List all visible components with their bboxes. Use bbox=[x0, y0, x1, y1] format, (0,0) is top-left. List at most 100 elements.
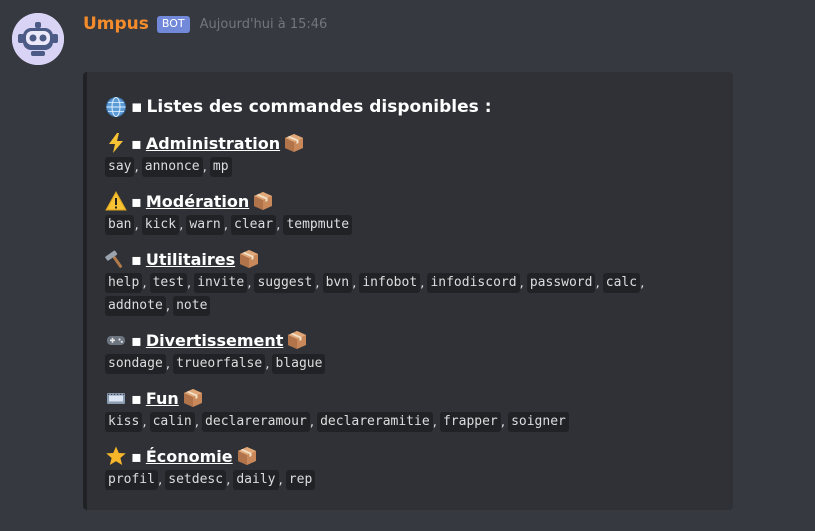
embed-title-text: Listes des commandes disponibles : bbox=[146, 97, 492, 117]
command-code: infodiscord bbox=[427, 273, 520, 293]
command-list: profil, setdesc, daily, rep bbox=[105, 469, 316, 491]
comma: , bbox=[309, 414, 315, 430]
command-code: frapper bbox=[439, 412, 501, 432]
section-name: Modération bbox=[145, 191, 250, 211]
comma: , bbox=[223, 217, 228, 233]
comma: , bbox=[420, 275, 425, 291]
section-separator: ▪ bbox=[131, 133, 142, 153]
section-separator: ▪ bbox=[131, 446, 142, 466]
comma: , bbox=[247, 275, 252, 291]
section-name: Divertissement bbox=[145, 330, 284, 350]
command-list: ban, kick, warn, clear, tempmute bbox=[105, 214, 353, 236]
command-code: sondage bbox=[105, 354, 166, 374]
command-list: kiss, calin, declareramour, declareramitie,… bbox=[105, 411, 569, 433]
command-code: declareramour bbox=[202, 412, 310, 432]
comma: , bbox=[165, 298, 171, 314]
section-name: Utilitaires bbox=[145, 249, 236, 269]
film-icon bbox=[107, 393, 125, 404]
comma: , bbox=[142, 414, 147, 430]
comma: , bbox=[595, 275, 600, 291]
command-code: infobot bbox=[359, 273, 421, 293]
package-icon bbox=[183, 389, 202, 407]
comma: , bbox=[226, 472, 231, 488]
section-name: Administration bbox=[145, 133, 281, 153]
command-code: note bbox=[173, 296, 211, 316]
command-code: test bbox=[149, 273, 187, 293]
comma: , bbox=[165, 356, 171, 372]
command-code: mp bbox=[209, 157, 232, 177]
bot-badge: BOT bbox=[156, 15, 190, 33]
robot-icon bbox=[12, 13, 64, 65]
section-header-divertissement: ▪ Divertissement bbox=[105, 328, 308, 352]
comma: , bbox=[519, 275, 524, 291]
section-header-économie: ▪ Économie bbox=[105, 444, 258, 468]
gamepad-icon bbox=[107, 336, 125, 345]
comma: , bbox=[276, 217, 281, 233]
command-code: help bbox=[105, 273, 143, 293]
command-list: help, test, invite, suggest, bvn, infobot, inf… bbox=[105, 272, 647, 294]
comma: , bbox=[157, 472, 163, 488]
command-code: ban bbox=[105, 215, 135, 235]
command-code: blague bbox=[272, 354, 326, 374]
comma: , bbox=[640, 275, 645, 291]
command-code: password bbox=[526, 273, 596, 293]
command-code: tempmute bbox=[283, 215, 353, 235]
comma: , bbox=[202, 159, 207, 175]
command-code: declareramitie bbox=[317, 412, 433, 432]
command-code: kiss bbox=[105, 412, 143, 432]
username[interactable]: Umpus bbox=[83, 14, 149, 34]
comma: , bbox=[179, 217, 184, 233]
bot-avatar[interactable] bbox=[12, 13, 64, 65]
comma: , bbox=[186, 275, 192, 291]
section-name: Fun bbox=[145, 388, 179, 408]
section-separator: ▪ bbox=[131, 388, 142, 408]
package-icon bbox=[237, 447, 256, 465]
star-icon bbox=[106, 446, 126, 465]
globe-icon bbox=[106, 97, 126, 117]
lightning-icon bbox=[109, 133, 123, 153]
command-code: clear bbox=[231, 215, 277, 235]
comma: , bbox=[352, 275, 357, 291]
title-separator: ▪ bbox=[131, 97, 143, 117]
package-icon bbox=[288, 331, 307, 349]
section-separator: ▪ bbox=[131, 249, 142, 269]
comma: , bbox=[315, 275, 320, 291]
comma: , bbox=[432, 414, 437, 430]
section-header-administration: ▪ Administration bbox=[105, 131, 305, 155]
command-code: invite bbox=[194, 273, 248, 293]
comma: , bbox=[194, 414, 200, 430]
message-header: Umpus BOT Aujourd'hui à 15:46 bbox=[83, 12, 327, 36]
command-code: trueorfalse bbox=[173, 354, 266, 374]
command-code: warn bbox=[186, 215, 224, 235]
hammer-icon bbox=[105, 250, 123, 268]
command-code: calin bbox=[149, 412, 195, 432]
command-code: kick bbox=[141, 215, 180, 235]
section-header-modération: ▪ Modération bbox=[105, 189, 274, 213]
command-code: annonce bbox=[141, 157, 203, 177]
embed: ▪ Listes des commandes disponibles : ▪ Ad… bbox=[83, 72, 733, 510]
command-code: soigner bbox=[508, 412, 569, 432]
command-list: say, annonce, mp bbox=[105, 156, 232, 178]
command-code: setdesc bbox=[165, 470, 227, 490]
command-code: daily bbox=[233, 470, 279, 490]
command-code: profil bbox=[105, 470, 158, 490]
command-code: rep bbox=[285, 470, 316, 490]
section-name: Économie bbox=[145, 446, 233, 466]
comma: , bbox=[278, 472, 283, 488]
comma: , bbox=[265, 356, 270, 372]
comma: , bbox=[500, 414, 506, 430]
comma: , bbox=[134, 159, 139, 175]
section-header-utilitaires: ▪ Utilitaires bbox=[105, 247, 260, 271]
section-header-fun: ▪ Fun bbox=[105, 386, 204, 410]
section-separator: ▪ bbox=[131, 191, 142, 211]
warning-icon bbox=[105, 190, 127, 211]
command-code: say bbox=[105, 157, 135, 177]
command-code: bvn bbox=[322, 273, 353, 293]
command-code: addnote bbox=[105, 296, 166, 316]
command-code: calc bbox=[602, 273, 641, 293]
command-code: suggest bbox=[254, 273, 316, 293]
section-separator: ▪ bbox=[131, 330, 142, 350]
comma: , bbox=[142, 275, 147, 291]
timestamp[interactable]: Aujourd'hui à 15:46 bbox=[200, 17, 328, 32]
command-list: sondage, trueorfalse, blague bbox=[105, 353, 326, 375]
